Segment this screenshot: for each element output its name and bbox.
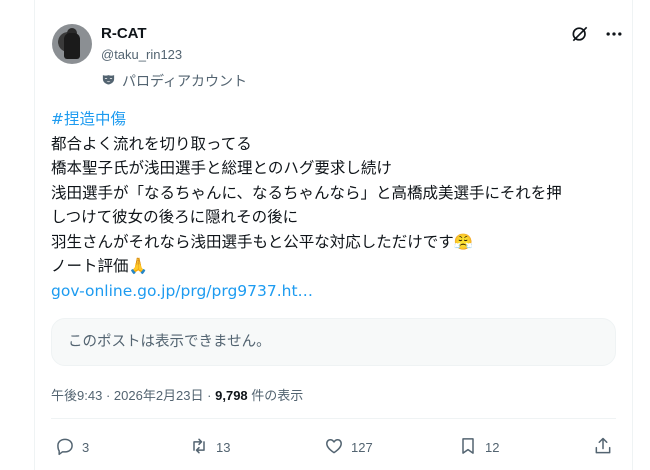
bookmark-icon: [458, 436, 478, 459]
bookmark-count: 12: [485, 440, 500, 455]
repost-icon: [189, 436, 209, 459]
post-detail: R-CAT @taku_rin123 パロディアカウント #捏造中傷 都合よく流…: [0, 0, 650, 470]
post-line: 浅田選手が「なるちゃんに、なるちゃんなら」と高橋成美選手にそれを押: [51, 183, 562, 202]
post-text: #捏造中傷 都合よく流れを切り取ってる 橋本聖子氏が浅田選手と総理とのハグ要求し…: [51, 107, 621, 303]
hashtag-link[interactable]: #捏造中傷: [51, 107, 621, 132]
quoted-post-unavailable: このポストは表示できません。: [51, 318, 616, 366]
column-border-right: [632, 0, 633, 470]
repost-count: 13: [216, 440, 231, 455]
external-link[interactable]: gov-online.go.jp/prg/prg9737.ht…: [51, 279, 621, 304]
views-label: 件の表示: [251, 388, 304, 403]
repost-button[interactable]: 13: [189, 436, 230, 459]
share-icon: [593, 436, 613, 459]
meta-separator: ·: [105, 388, 111, 403]
like-icon: [324, 436, 344, 459]
post-top-actions: [570, 24, 624, 44]
author-handle[interactable]: @taku_rin123: [101, 47, 182, 62]
bookmark-button[interactable]: 12: [458, 436, 499, 459]
reply-button[interactable]: 3: [55, 436, 89, 459]
meta-separator: ·: [207, 388, 212, 403]
parody-mask-icon: [101, 72, 116, 91]
author-display-name[interactable]: R-CAT: [101, 25, 147, 42]
post-date[interactable]: 2026年2月23日: [114, 388, 204, 403]
column-border-left: [34, 0, 35, 470]
like-count: 127: [351, 440, 373, 455]
views-count: 9,798: [215, 388, 248, 403]
post-line: 羽生さんがそれなら浅田選手もと公平な対応しただけです😤: [51, 232, 473, 251]
grok-icon[interactable]: [570, 24, 590, 44]
post-line: しつけて彼女の後ろに隠れその後に: [51, 208, 299, 226]
more-icon[interactable]: [604, 24, 624, 44]
post-time[interactable]: 午後9:43: [51, 388, 102, 403]
parody-account-label: パロディアカウント: [101, 71, 247, 91]
reply-icon: [55, 436, 75, 459]
parody-label-text: パロディアカウント: [122, 74, 248, 90]
share-button[interactable]: [593, 436, 613, 459]
like-button[interactable]: 127: [324, 436, 373, 459]
post-line: 橋本聖子氏が浅田選手と総理とのハグ要求し続け: [51, 159, 392, 177]
post-line: ノート評価🙏: [51, 257, 148, 275]
avatar[interactable]: [52, 24, 92, 64]
avatar-figure: [64, 33, 80, 59]
divider: [51, 418, 616, 419]
post-metadata: 午後9:43 · 2026年2月23日 · 9,798 件の表示: [51, 385, 303, 404]
reply-count: 3: [82, 440, 90, 455]
post-line: 都合よく流れを切り取ってる: [51, 134, 252, 153]
